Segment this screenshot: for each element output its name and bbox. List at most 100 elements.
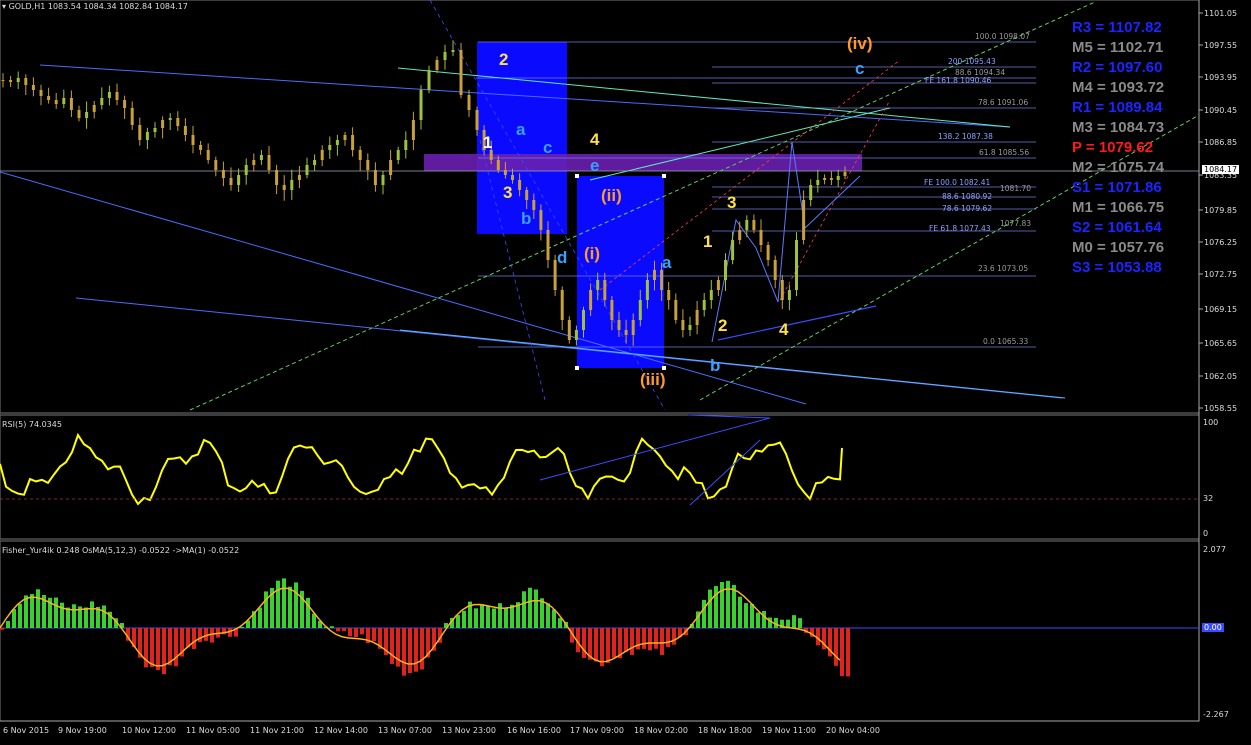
fib-level-label: FE 161.8 1090.46 xyxy=(925,76,992,85)
candle xyxy=(259,155,263,160)
candle xyxy=(780,280,784,300)
wave-label: (i) xyxy=(584,244,601,263)
fisher-bar xyxy=(12,609,16,628)
fisher-bar xyxy=(510,604,514,628)
fisher-bar xyxy=(150,628,154,668)
fisher-bar xyxy=(360,628,364,635)
fisher-bar xyxy=(726,580,730,628)
price-tick: 1093.95 xyxy=(1204,73,1238,82)
wave-label: d xyxy=(557,248,568,267)
pivot-level: R1 = 1089.84 xyxy=(1072,99,1163,116)
candle xyxy=(214,160,218,170)
fib-level-label: 138.2 1087.38 xyxy=(938,132,993,141)
candle xyxy=(290,180,294,190)
candle xyxy=(674,300,678,320)
candle xyxy=(335,140,339,145)
candle xyxy=(816,180,820,185)
candle xyxy=(503,170,507,175)
candle xyxy=(645,280,649,300)
fisher-bar xyxy=(276,580,280,628)
fisher-bar xyxy=(762,610,766,628)
candle xyxy=(546,230,550,260)
fisher-bar xyxy=(420,628,424,670)
candle xyxy=(435,60,439,70)
candle xyxy=(496,160,500,170)
candle xyxy=(123,100,127,108)
candle xyxy=(31,85,35,90)
wave-label: e xyxy=(590,156,600,175)
fisher-bar xyxy=(402,628,406,676)
fisher-bar xyxy=(624,628,628,652)
candle xyxy=(617,320,621,330)
fisher-bar xyxy=(72,604,76,628)
time-tick: 19 Nov 11:00 xyxy=(762,726,816,735)
candle xyxy=(145,132,149,140)
price-tick: 1076.25 xyxy=(1204,238,1238,247)
channel-line xyxy=(599,59,901,291)
ohlc-values: 1083.54 1084.34 1082.84 1084.17 xyxy=(47,2,188,11)
time-tick: 13 Nov 23:00 xyxy=(442,726,496,735)
fisher-bar xyxy=(756,612,760,628)
pivot-level: M1 = 1066.75 xyxy=(1072,199,1165,216)
fisher-bar xyxy=(606,628,610,663)
rsi-trend-line xyxy=(689,439,761,506)
candle xyxy=(823,178,827,180)
rsi-line xyxy=(0,432,843,506)
candle xyxy=(567,320,571,340)
symbol-name: GOLD,H1 xyxy=(8,2,46,11)
fib-level-label: 100.0 1098.07 xyxy=(975,32,1030,41)
fib-level-label: 1081.70 xyxy=(1000,184,1032,193)
candle xyxy=(518,180,522,190)
candle xyxy=(199,145,203,150)
fib-level-label: 23.6 1073.05 xyxy=(978,264,1029,273)
fisher-bar xyxy=(666,628,670,648)
fisher-bar xyxy=(204,628,208,641)
candle xyxy=(511,175,514,180)
candle xyxy=(695,310,699,325)
candle xyxy=(787,290,791,300)
fisher-bar xyxy=(288,586,292,628)
fisher-bar xyxy=(6,621,10,628)
wave-label: 1 xyxy=(703,232,713,251)
candle xyxy=(47,96,51,100)
candle xyxy=(631,320,635,335)
fib-level-label: FE 61.8 1077.43 xyxy=(929,224,991,233)
fisher-axis-zero: 0.00 xyxy=(1202,623,1224,632)
wave-label: c xyxy=(855,59,865,78)
candle xyxy=(92,105,96,112)
price-tick: 1062.05 xyxy=(1204,372,1238,381)
fisher-bar xyxy=(642,628,646,649)
pivot-level: M3 = 1084.73 xyxy=(1072,119,1165,136)
candle xyxy=(525,190,529,200)
time-tick: 12 Nov 14:00 xyxy=(314,726,368,735)
candle xyxy=(475,110,479,130)
candle xyxy=(100,98,104,105)
fisher-bar xyxy=(84,607,88,628)
fisher-bar xyxy=(498,603,502,628)
fisher-bar xyxy=(798,618,802,628)
fib-level-label: 78.6 1079.62 xyxy=(942,204,993,213)
time-tick: 10 Nov 12:00 xyxy=(122,726,176,735)
fisher-bar xyxy=(480,604,484,628)
fisher-bar xyxy=(18,603,22,628)
candle xyxy=(138,125,142,140)
time-tick: 20 Nov 04:00 xyxy=(826,726,880,735)
candle xyxy=(759,230,763,245)
candle xyxy=(69,98,73,110)
fisher-bar xyxy=(462,610,466,628)
box-handle xyxy=(662,174,666,178)
price-tick: 1069.15 xyxy=(1204,305,1238,314)
price-tick: 1086.85 xyxy=(1204,138,1238,147)
candle xyxy=(589,290,593,310)
rsi-pane-frame xyxy=(0,414,1200,540)
candle xyxy=(582,310,585,330)
dropdown-arrow-icon[interactable]: ▾ xyxy=(2,2,6,11)
pivot-level: M0 = 1057.76 xyxy=(1072,239,1165,256)
rsi-axis-100: 100 xyxy=(1203,418,1219,427)
pivot-level: R3 = 1107.82 xyxy=(1072,19,1162,36)
chart-canvas[interactable] xyxy=(0,0,1251,745)
fisher-bar xyxy=(534,589,538,628)
fisher-bar xyxy=(102,605,106,628)
candle xyxy=(610,300,614,320)
candle xyxy=(237,175,241,185)
